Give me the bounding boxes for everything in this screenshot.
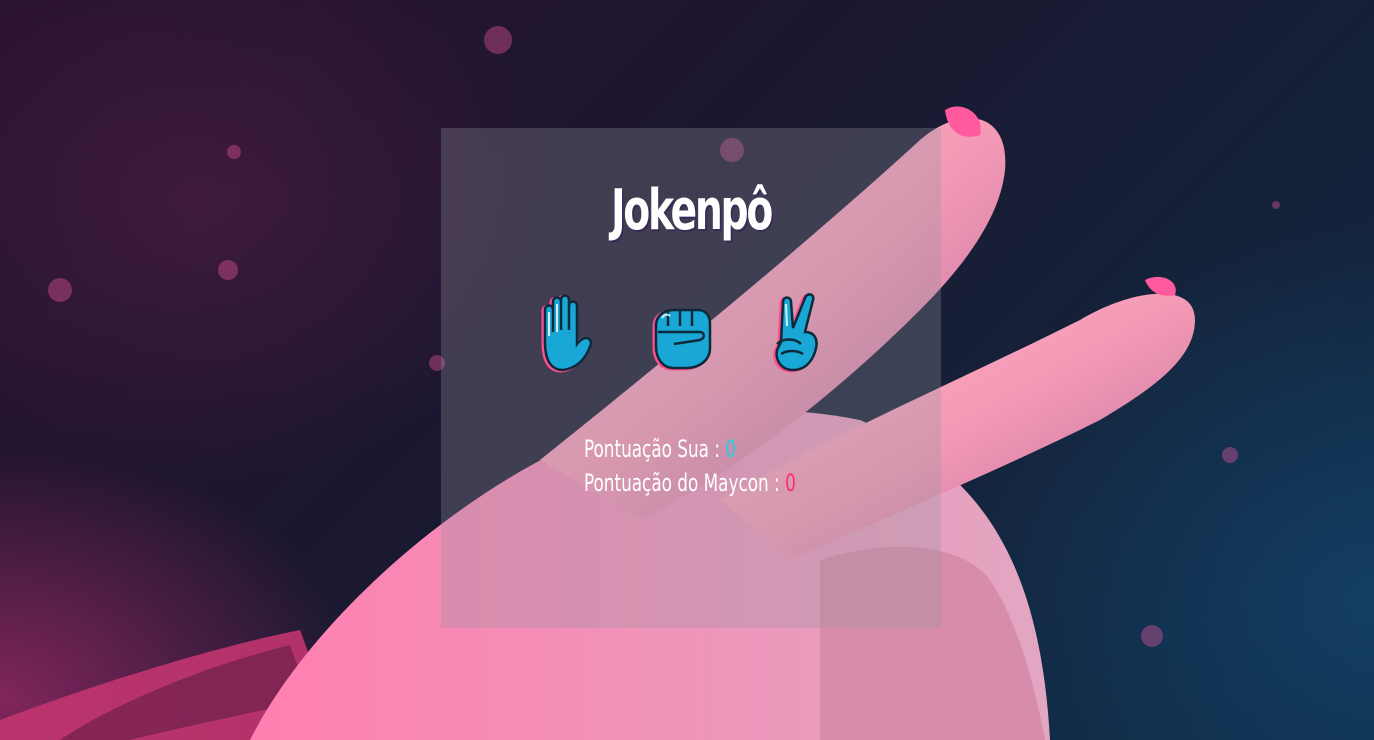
game-container: Jokenpô Pontuação Sua: 0 Pontuação do M… [441, 0, 941, 740]
rock-button[interactable] [644, 292, 720, 376]
scissors-button[interactable] [761, 292, 837, 376]
player-score-line: Pontuação Sua : 0 [584, 432, 796, 466]
opponent-score-label: Pontuação do Maycon : [584, 469, 780, 497]
player-score-label: Pontuação Sua : [584, 435, 721, 463]
opponent-score-value: 0 [785, 469, 796, 497]
paper-button[interactable] [531, 292, 607, 376]
move-buttons [441, 292, 941, 376]
scoreboard: Pontuação Sua : 0 Pontuação do Maycon : … [584, 432, 856, 500]
app-background: Jokenpô Pontuação Sua: 0 Pontuação do M… [0, 0, 1374, 740]
page-title: Jokenpô [611, 178, 773, 243]
raised-hand-icon [541, 294, 593, 373]
fist-icon [652, 308, 712, 371]
victory-hand-icon [773, 293, 818, 373]
opponent-score-line: Pontuação do Maycon : 0 [584, 466, 796, 500]
player-score-value: 0 [725, 435, 737, 463]
